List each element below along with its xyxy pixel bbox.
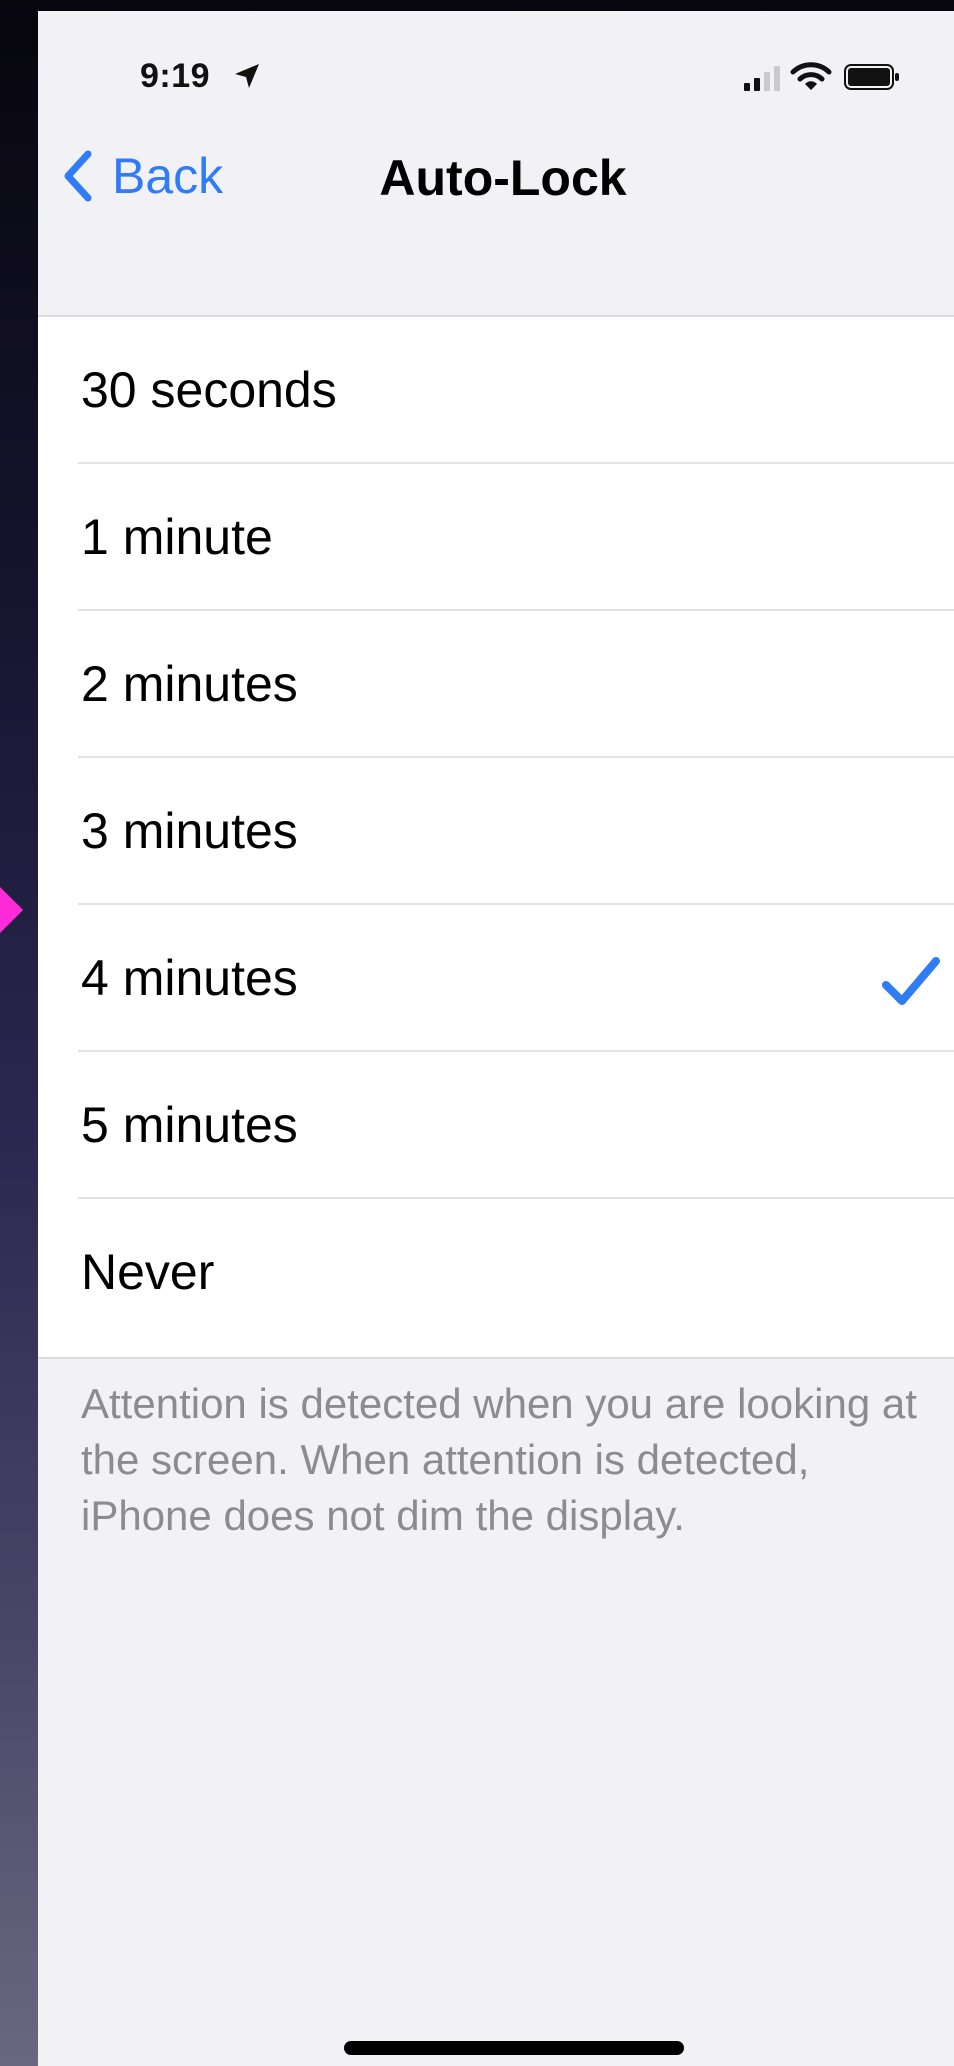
option-label: 1 minute xyxy=(81,509,273,565)
option-5-minutes[interactable]: 5 minutes xyxy=(38,1052,954,1199)
auto-lock-options-list: 30 seconds 1 minute 2 minutes 3 minutes … xyxy=(38,315,954,1359)
cellular-signal-icon xyxy=(744,66,780,91)
status-time: 9:19 xyxy=(140,57,211,95)
option-label: 3 minutes xyxy=(81,803,298,859)
option-4-minutes[interactable]: 4 minutes xyxy=(38,905,954,1052)
option-3-minutes[interactable]: 3 minutes xyxy=(38,758,954,905)
annotation-arrow-icon xyxy=(0,885,24,935)
checkmark-icon xyxy=(882,957,940,1005)
page-title: Auto-Lock xyxy=(379,150,627,206)
option-never[interactable]: Never xyxy=(38,1199,954,1346)
option-label: 30 seconds xyxy=(81,362,337,418)
attention-footnote: Attention is detected when you are looki… xyxy=(81,1380,917,1539)
battery-icon xyxy=(844,64,899,90)
option-2-minutes[interactable]: 2 minutes xyxy=(38,611,954,758)
option-30-seconds[interactable]: 30 seconds xyxy=(38,317,954,464)
option-1-minute[interactable]: 1 minute xyxy=(38,464,954,611)
phone-screen: 9:19 Back Auto-Lock 30 seconds 1 minute xyxy=(38,11,954,2066)
option-label: 2 minutes xyxy=(81,656,298,712)
option-label: 5 minutes xyxy=(81,1097,298,1153)
option-label: Never xyxy=(81,1244,215,1300)
wifi-icon xyxy=(790,62,832,90)
location-arrow-icon xyxy=(235,64,259,88)
option-label: 4 minutes xyxy=(81,950,298,1006)
home-indicator[interactable] xyxy=(344,2041,684,2055)
